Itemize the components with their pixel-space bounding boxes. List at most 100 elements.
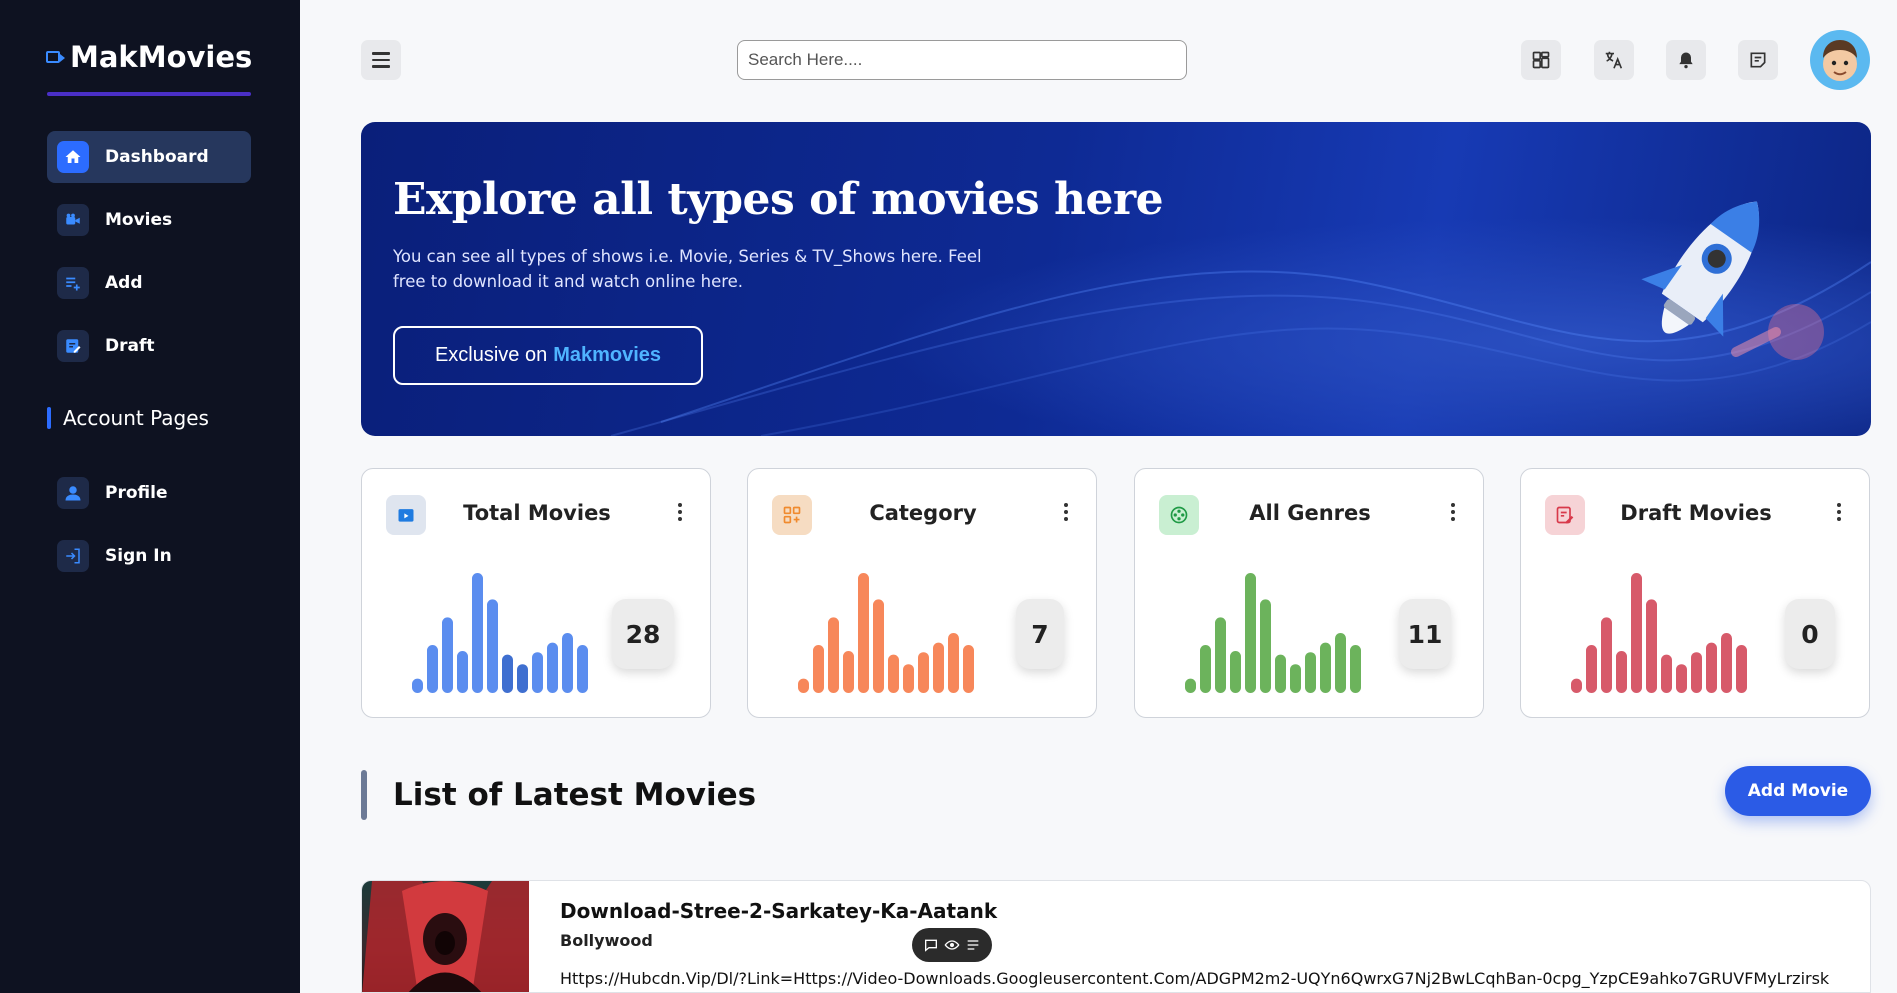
sparkline-bar bbox=[1275, 654, 1286, 693]
dashboard-icon bbox=[1532, 51, 1550, 69]
sidebar-item-sign-in[interactable]: Sign In bbox=[47, 530, 251, 582]
avatar[interactable] bbox=[1810, 30, 1870, 90]
sparkline-bar bbox=[1200, 645, 1211, 693]
sidebar-item-label: Movies bbox=[105, 210, 173, 230]
list-heading: List of Latest Movies bbox=[361, 770, 756, 820]
sparkline-bar bbox=[547, 642, 558, 693]
account-pages-heading: Account Pages bbox=[47, 406, 209, 430]
sparkline-bar bbox=[562, 633, 573, 693]
sidebar-item-label: Add bbox=[105, 273, 143, 293]
sparkline-bar bbox=[828, 617, 839, 693]
sparkline-bar bbox=[948, 633, 959, 693]
stat-count: 7 bbox=[1016, 599, 1064, 669]
search-input[interactable] bbox=[737, 40, 1187, 80]
heading-accent-bar bbox=[361, 770, 367, 820]
stat-count: 0 bbox=[1785, 599, 1835, 669]
sparkline-bar bbox=[858, 573, 869, 693]
sparkline-bar bbox=[457, 651, 468, 693]
video-camera-icon bbox=[46, 51, 65, 63]
sparkline-bar bbox=[427, 645, 438, 693]
sparkline-bar bbox=[1215, 617, 1226, 693]
sparkline-bar bbox=[1736, 645, 1747, 693]
translate-icon bbox=[1605, 51, 1623, 69]
sparkline-bar bbox=[798, 678, 809, 693]
sparkline-bar bbox=[1350, 645, 1361, 693]
sparkline-bar bbox=[1260, 599, 1271, 693]
sparkline-bar bbox=[1335, 633, 1346, 693]
section-title: List of Latest Movies bbox=[393, 777, 757, 813]
exclusive-button[interactable]: Exclusive on Makmovies bbox=[393, 326, 703, 385]
bar-sparkline bbox=[412, 573, 588, 693]
sidebar: MakMovies Dashboard Movies Add Draft Acc… bbox=[0, 0, 300, 993]
more-options-icon[interactable] bbox=[678, 503, 682, 521]
sparkline-bar bbox=[873, 599, 884, 693]
more-options-icon[interactable] bbox=[1451, 503, 1455, 521]
sparkline-bar bbox=[1676, 664, 1687, 693]
login-icon bbox=[57, 540, 89, 572]
brand-logo[interactable]: MakMovies bbox=[46, 40, 252, 74]
list-icon[interactable] bbox=[965, 937, 981, 953]
movie-link[interactable]: Https://Hubcdn.Vip/Dl/?Link=Https://Vide… bbox=[560, 969, 1829, 988]
sparkline-bar bbox=[1661, 654, 1672, 693]
sparkline-bar bbox=[1601, 617, 1612, 693]
sidebar-item-add[interactable]: Add bbox=[47, 257, 251, 309]
sparkline-bar bbox=[1691, 652, 1702, 693]
sparkline-bar bbox=[1586, 645, 1597, 693]
floating-toolbar bbox=[912, 928, 992, 962]
sparkline-bar bbox=[1185, 678, 1196, 693]
bar-sparkline bbox=[798, 573, 974, 693]
stat-card-category: Category 7 bbox=[747, 468, 1097, 718]
sparkline-bar bbox=[1320, 642, 1331, 693]
sparkline-bar bbox=[472, 573, 483, 693]
stat-card-all-genres: All Genres 11 bbox=[1134, 468, 1484, 718]
sidebar-item-profile[interactable]: Profile bbox=[47, 467, 251, 519]
sidebar-item-dashboard[interactable]: Dashboard bbox=[47, 131, 251, 183]
sparkline-bar bbox=[918, 652, 929, 693]
sparkline-bar bbox=[888, 654, 899, 693]
sparkline-bar bbox=[1616, 651, 1627, 693]
sparkline-bar bbox=[517, 664, 528, 693]
comment-icon[interactable] bbox=[923, 937, 939, 953]
notifications-button[interactable] bbox=[1666, 40, 1706, 80]
notes-button[interactable] bbox=[1738, 40, 1778, 80]
movie-category: Bollywood bbox=[560, 931, 653, 950]
person-icon bbox=[57, 477, 89, 509]
movie-title[interactable]: Download-Stree-2-Sarkatey-Ka-Aatank bbox=[560, 899, 997, 923]
sidebar-item-draft[interactable]: Draft bbox=[47, 320, 251, 372]
sparkline-bar bbox=[412, 678, 423, 693]
home-icon bbox=[57, 141, 89, 173]
banner-description: You can see all types of shows i.e. Movi… bbox=[393, 247, 982, 291]
note-icon bbox=[1750, 52, 1766, 68]
movie-poster[interactable] bbox=[362, 881, 529, 992]
edit-note-icon bbox=[57, 330, 89, 362]
bar-sparkline bbox=[1185, 573, 1361, 693]
sparkline-bar bbox=[502, 654, 513, 693]
brand-underline bbox=[47, 92, 251, 96]
stat-count: 28 bbox=[612, 599, 674, 669]
stat-card-draft-movies: Draft Movies 0 bbox=[1520, 468, 1870, 718]
stat-title: Total Movies bbox=[463, 501, 611, 525]
more-options-icon[interactable] bbox=[1064, 503, 1068, 521]
sparkline-bar bbox=[813, 645, 824, 693]
stat-count: 11 bbox=[1399, 599, 1451, 669]
dashboard-layout-button[interactable] bbox=[1521, 40, 1561, 80]
sparkline-bar bbox=[487, 599, 498, 693]
sparkline-bar bbox=[1706, 642, 1717, 693]
sparkline-bar bbox=[843, 651, 854, 693]
sparkline-bar bbox=[442, 617, 453, 693]
brand-name: MakMovies bbox=[70, 40, 253, 74]
translate-button[interactable] bbox=[1594, 40, 1634, 80]
add-movie-button[interactable]: Add Movie bbox=[1725, 766, 1871, 816]
sparkline-bar bbox=[963, 645, 974, 693]
stat-title: Draft Movies bbox=[1620, 501, 1772, 525]
eye-icon[interactable] bbox=[944, 937, 960, 953]
stat-title: All Genres bbox=[1249, 501, 1371, 525]
sidebar-item-label: Dashboard bbox=[105, 147, 209, 167]
sparkline-bar bbox=[577, 645, 588, 693]
list-item[interactable]: Download-Stree-2-Sarkatey-Ka-Aatank Boll… bbox=[361, 880, 1871, 993]
more-options-icon[interactable] bbox=[1837, 503, 1841, 521]
sparkline-bar bbox=[532, 652, 543, 693]
menu-toggle-button[interactable] bbox=[361, 40, 401, 80]
sidebar-item-movies[interactable]: Movies bbox=[47, 194, 251, 246]
hamburger-icon bbox=[372, 52, 390, 55]
